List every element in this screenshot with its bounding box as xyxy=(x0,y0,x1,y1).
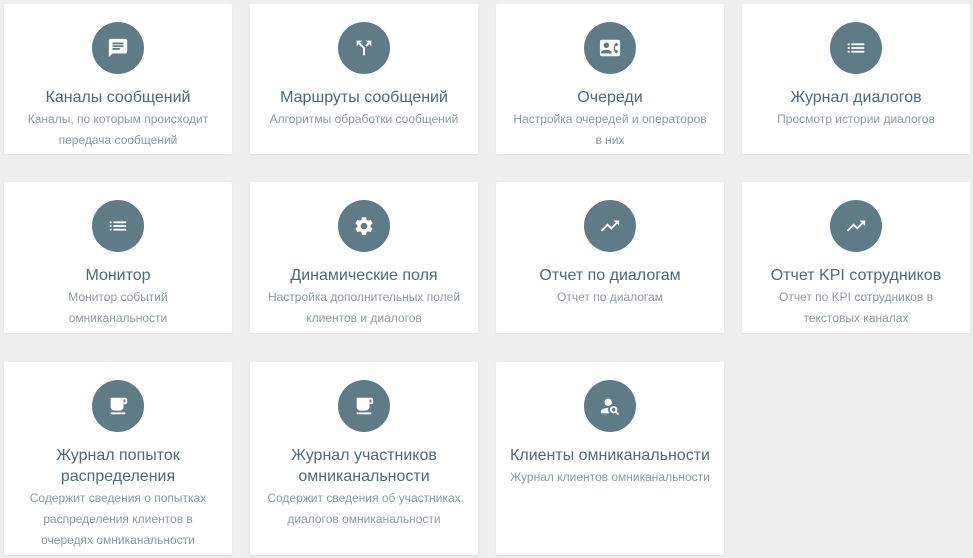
card-title: Клиенты омниканальности xyxy=(510,447,710,464)
card-title: Монитор xyxy=(85,267,151,284)
card-description: Монитор событий омниканальности xyxy=(68,290,168,325)
icon-circle xyxy=(584,200,636,252)
card-description: Настройка очередей и операторов в них xyxy=(513,112,707,147)
contact-card-icon xyxy=(599,39,621,57)
card-distribution-attempts-log[interactable]: Журнал попыток распределения Содержит св… xyxy=(4,362,232,555)
card-title: Каналы сообщений xyxy=(45,89,191,106)
icon-circle xyxy=(830,200,882,252)
card-description: Содержит сведения о попытках распределен… xyxy=(29,491,207,547)
trending-up-icon xyxy=(846,220,866,232)
card-description: Каналы, по которым происходит передача с… xyxy=(27,112,209,147)
card-message-channels[interactable]: Каналы сообщений Каналы, по которым прои… xyxy=(4,4,232,154)
icon-circle xyxy=(92,380,144,432)
card-title: Маршруты сообщений xyxy=(280,89,448,106)
icon-circle xyxy=(584,380,636,432)
gear-icon xyxy=(355,217,373,235)
card-description: Отчет по KPI сотрудников в текстовых кан… xyxy=(778,290,934,325)
card-queues[interactable]: Очереди Настройка очередей и операторов … xyxy=(496,4,724,154)
icon-circle xyxy=(584,22,636,74)
list-icon xyxy=(847,43,865,53)
card-title: Очереди xyxy=(577,89,643,106)
person-search-icon xyxy=(600,398,620,416)
coffee-cup-icon xyxy=(110,397,128,415)
card-title: Отчет KPI сотрудников xyxy=(770,267,942,284)
icon-circle xyxy=(92,22,144,74)
card-dynamic-fields[interactable]: Динамические поля Настройка дополнительн… xyxy=(250,182,478,333)
list-icon xyxy=(109,221,127,231)
card-message-routes[interactable]: Маршруты сообщений Алгоритмы обработки с… xyxy=(250,4,478,154)
card-title: Динамические поля xyxy=(290,267,438,284)
icon-circle xyxy=(830,22,882,74)
route-split-icon xyxy=(356,40,372,56)
omnichannel-settings-grid: Каналы сообщений Каналы, по которым прои… xyxy=(0,0,973,558)
card-omnichannel-clients[interactable]: Клиенты омниканальности Журнал клиентов … xyxy=(496,362,724,555)
card-title: Отчет по диалогам xyxy=(539,267,681,284)
icon-circle xyxy=(338,200,390,252)
card-kpi-report[interactable]: Отчет KPI сотрудников Отчет по KPI сотру… xyxy=(742,182,970,333)
card-title: Журнал диалогов xyxy=(790,89,922,106)
card-participants-log[interactable]: Журнал участников омниканальности Содерж… xyxy=(250,362,478,555)
icon-circle xyxy=(338,22,390,74)
icon-circle xyxy=(92,200,144,252)
trending-up-icon xyxy=(600,220,620,232)
icon-circle xyxy=(338,380,390,432)
card-dialog-report[interactable]: Отчет по диалогам Отчет по диалогам xyxy=(496,182,724,333)
message-icon xyxy=(108,38,128,58)
card-title: Журнал попыток распределения xyxy=(56,447,180,485)
card-description: Алгоритмы обработки сообщений xyxy=(269,112,459,126)
card-description: Просмотр истории диалогов xyxy=(777,112,935,126)
card-monitor[interactable]: Монитор Монитор событий омниканальности xyxy=(4,182,232,333)
card-description: Отчет по диалогам xyxy=(557,290,663,304)
card-description: Содержит сведения об участниках диалогов… xyxy=(267,491,461,526)
card-description: Журнал клиентов омниканальности xyxy=(510,470,710,484)
card-dialog-log[interactable]: Журнал диалогов Просмотр истории диалого… xyxy=(742,4,970,154)
coffee-cup-icon xyxy=(356,397,374,415)
card-title: Журнал участников омниканальности xyxy=(291,447,437,485)
card-description: Настройка дополнительных полей клиентов … xyxy=(267,290,461,325)
